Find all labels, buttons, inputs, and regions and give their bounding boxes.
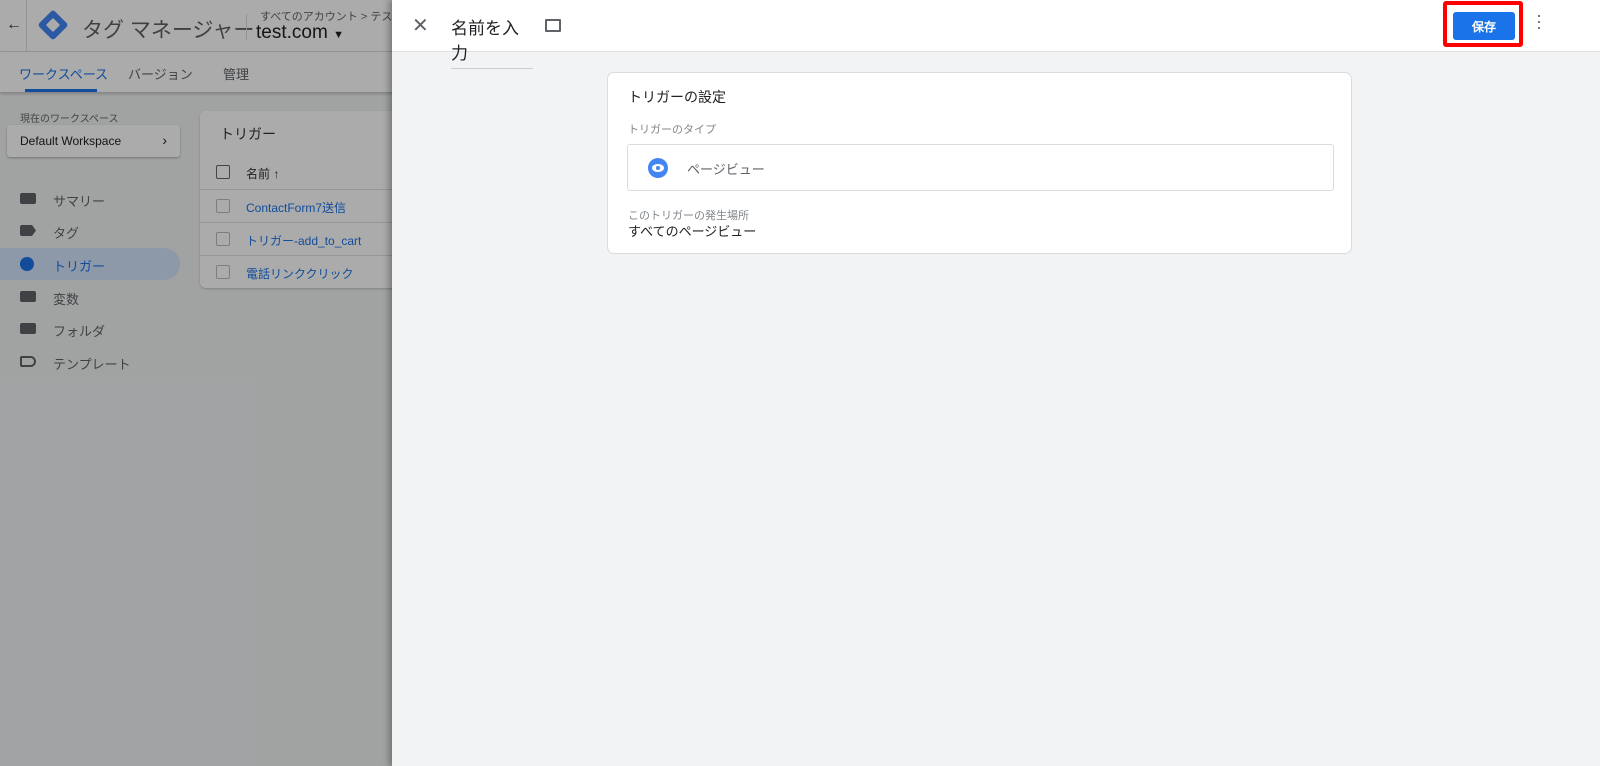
trigger-config-card: トリガーの設定 トリガーのタイプ ページビュー このトリガーの発生場所 すべての… <box>607 72 1352 254</box>
trigger-editor-panel: ✕ 名前を入力 保存 · · · トリガーの設定 トリガーのタイプ ページビュー こ… <box>392 0 1600 766</box>
modal-scrim[interactable] <box>0 0 392 766</box>
save-button[interactable]: 保存 <box>1453 12 1515 40</box>
trigger-name-input[interactable]: 名前を入力 <box>451 14 533 69</box>
save-highlight-box: 保存 <box>1443 1 1523 47</box>
card-title: トリガーの設定 <box>628 89 726 105</box>
panel-header: ✕ 名前を入力 保存 · · · <box>392 0 1600 69</box>
fires-on-value: すべてのページビュー <box>628 224 757 239</box>
trigger-type-selector[interactable]: ページビュー <box>627 144 1334 191</box>
close-icon[interactable]: ✕ <box>412 13 429 38</box>
folder-icon[interactable] <box>545 19 561 32</box>
eye-icon <box>648 158 668 178</box>
trigger-type-label: トリガーのタイプ <box>628 124 716 136</box>
more-vert-icon[interactable]: · · · <box>1535 6 1543 36</box>
trigger-type-value: ページビュー <box>687 162 765 177</box>
